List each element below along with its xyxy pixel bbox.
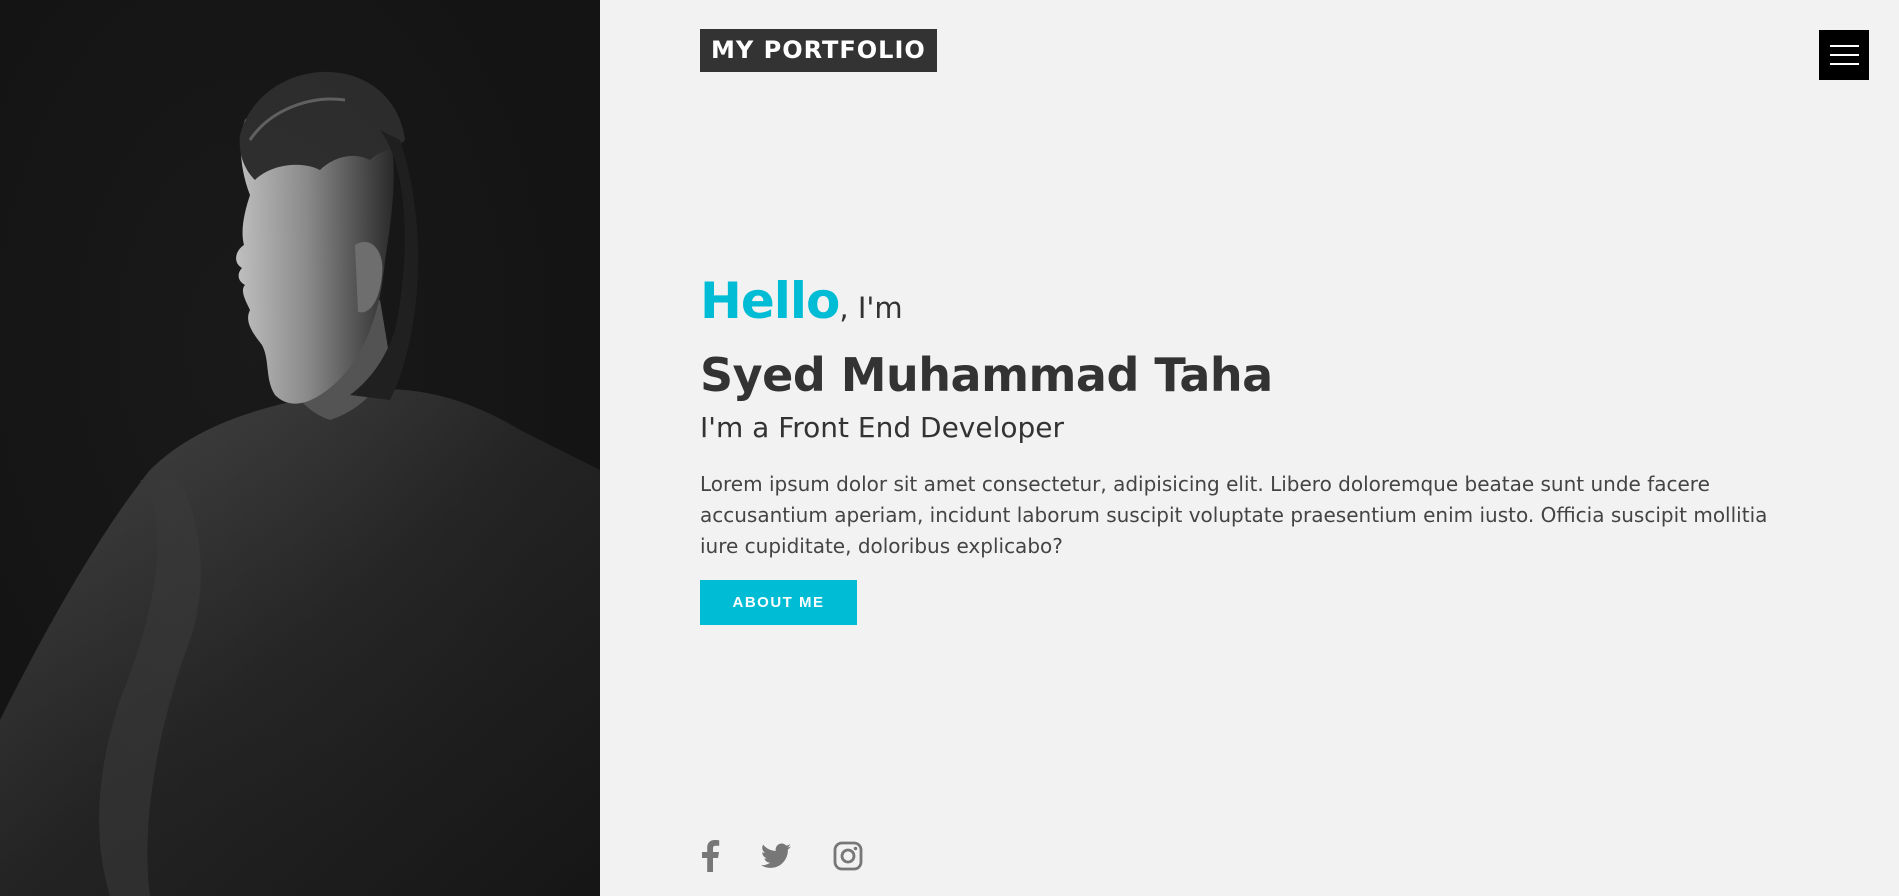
hamburger-menu-icon[interactable] [1819,30,1869,80]
profile-photo [0,0,600,896]
twitter-icon[interactable] [761,843,791,869]
greeting: Hello, I'm [700,272,1810,332]
menu-bar [1830,63,1859,65]
person-name: Syed Muhammad Taha [700,348,1273,402]
about-me-button[interactable]: ABOUT ME [700,580,857,625]
menu-bar [1830,54,1859,56]
site-logo[interactable]: MY PORTFOLIO [700,29,937,72]
portfolio-page: MY PORTFOLIO Hello, I'm Syed Muhammad Ta… [0,0,1899,896]
instagram-icon[interactable] [833,841,863,871]
hello-text: Hello [700,272,840,330]
social-links [700,838,904,874]
menu-bar [1830,45,1859,47]
bio-paragraph: Lorem ipsum dolor sit amet consectetur, … [700,472,1768,558]
greeting-suffix: , I'm [839,291,903,325]
role-title: I'm a Front End Developer [700,411,1065,444]
hero-section: Hello, I'm Syed Muhammad Taha I'm a Fron… [700,272,1810,625]
facebook-icon[interactable] [700,840,720,872]
